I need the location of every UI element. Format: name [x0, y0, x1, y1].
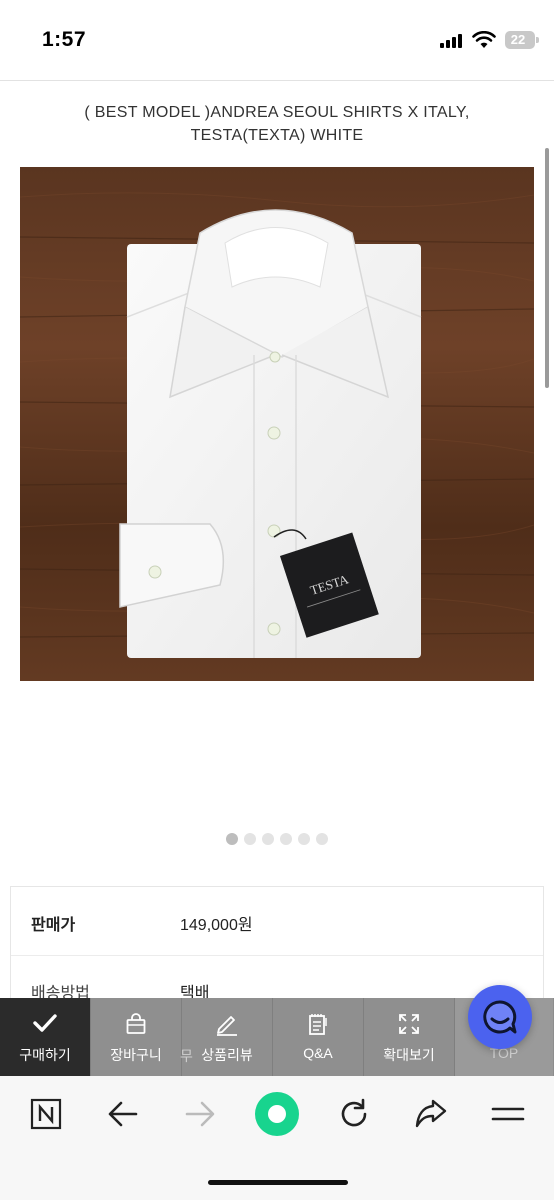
check-icon: [33, 1014, 57, 1032]
zoom-label: 확대보기: [383, 1047, 435, 1063]
share-icon: [415, 1099, 447, 1128]
naver-home-button[interactable]: [18, 1092, 74, 1136]
status-time: 1:57: [42, 28, 87, 51]
bag-icon: [126, 1013, 146, 1034]
notepad-icon: [309, 1014, 327, 1035]
reload-icon: [341, 1098, 367, 1127]
forward-icon: [185, 1101, 215, 1127]
forward-button[interactable]: [172, 1092, 228, 1136]
review-button[interactable]: 상품리뷰: [182, 998, 273, 1076]
price-value: 149,000원: [180, 917, 253, 934]
carousel-dot[interactable]: [226, 833, 238, 845]
battery-icon: 22: [505, 31, 539, 49]
status-bar: 1:57 22: [0, 0, 554, 80]
share-button[interactable]: [403, 1092, 459, 1136]
product-title: ( BEST MODEL )ANDREA SEOUL SHIRTS X ITAL…: [84, 104, 470, 144]
battery-level: 22: [510, 32, 526, 47]
reload-button[interactable]: [326, 1092, 382, 1136]
buy-button[interactable]: 구매하기: [0, 998, 91, 1076]
carousel-dots: [226, 833, 328, 845]
green-dot-button[interactable]: [249, 1092, 305, 1136]
wifi-icon: [472, 31, 496, 48]
back-button[interactable]: [95, 1092, 151, 1136]
header-divider: [0, 80, 554, 81]
shirt-photo: TESTA: [20, 167, 534, 681]
cart-button[interactable]: 장바구니: [91, 998, 182, 1076]
naver-icon: [30, 1098, 62, 1130]
menu-icon: [491, 1107, 525, 1121]
cart-label: 장바구니: [110, 1047, 162, 1063]
zoom-button[interactable]: 확대보기: [364, 998, 455, 1076]
page: 1:57 22 ( BEST MODEL )ANDREA SEOUL SHIRT…: [0, 0, 554, 1200]
home-indicator[interactable]: [208, 1180, 348, 1185]
partial-label: 무: [180, 1048, 193, 1064]
carousel-dot[interactable]: [316, 833, 328, 845]
product-image[interactable]: TESTA: [20, 167, 534, 681]
back-icon: [108, 1101, 138, 1127]
expand-icon: [399, 1014, 419, 1034]
carousel-dot[interactable]: [298, 833, 310, 845]
pencil-icon: [217, 1016, 237, 1036]
carousel-dot[interactable]: [262, 833, 274, 845]
carousel-dot[interactable]: [280, 833, 292, 845]
signal-icon: [440, 34, 464, 48]
info-row-price: 판매가 149,000원: [11, 887, 545, 956]
buy-label: 구매하기: [19, 1047, 71, 1063]
qna-label: Q&A: [303, 1045, 333, 1061]
green-dot-icon: [255, 1092, 299, 1136]
carousel-dot[interactable]: [244, 833, 256, 845]
chat-icon: [483, 1000, 517, 1034]
menu-button[interactable]: [480, 1092, 536, 1136]
qna-button[interactable]: Q&A: [273, 998, 364, 1076]
price-label: 판매가: [31, 917, 76, 934]
chat-button[interactable]: [468, 985, 532, 1049]
scroll-indicator[interactable]: [545, 148, 549, 388]
review-label: 상품리뷰: [201, 1047, 253, 1063]
